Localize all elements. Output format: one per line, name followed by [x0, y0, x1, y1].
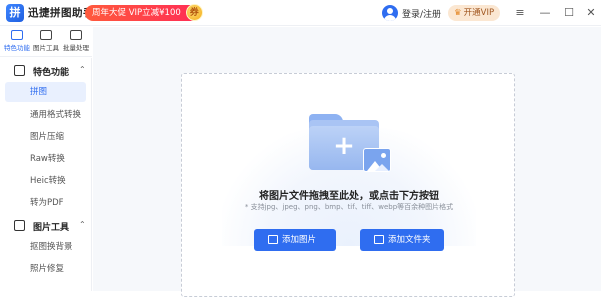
feature-icon [11, 30, 23, 40]
plus-icon: + [333, 131, 355, 161]
chevron-up-icon[interactable]: ⌃ [79, 220, 86, 229]
promo-text: 周年大促 VIP立减¥100 [92, 8, 181, 18]
tab-batch-label: 批量处理 [63, 44, 89, 52]
app-logo-icon: 拼 [6, 4, 24, 22]
chevron-up-icon[interactable]: ⌃ [79, 65, 86, 74]
sidebar-group-label: 特色功能 [33, 68, 70, 78]
image-tool-icon [14, 220, 25, 231]
sidebar-item-photo-repair[interactable]: 照片修复 [5, 259, 86, 279]
tab-batch[interactable]: 批量处理 [61, 29, 91, 55]
sidebar: 特色功能 ⌃ 拼图 通用格式转换 图片压缩 Raw转换 Heic转换 转为PDF… [0, 58, 92, 291]
drop-zone-title: 将图片文件拖拽至此处，或点击下方按钮 [259, 191, 439, 202]
sidebar-item-compress[interactable]: 图片压缩 [5, 127, 86, 147]
sidebar-item-cutout[interactable]: 抠图换背景 [5, 237, 86, 257]
tab-image-tools-label: 图片工具 [33, 44, 59, 52]
user-avatar-icon[interactable] [382, 5, 398, 21]
folder-icon [374, 235, 384, 244]
close-icon[interactable]: ✕ [582, 4, 600, 22]
sidebar-group-label: 图片工具 [33, 223, 70, 233]
grid-icon [14, 65, 25, 76]
menu-icon[interactable]: ≡ [511, 4, 529, 22]
add-folder-button[interactable]: 添加文件夹 [360, 229, 444, 251]
login-register-link[interactable]: 登录/注册 [402, 7, 441, 20]
open-vip-button[interactable]: ♛ 开通VIP [448, 5, 500, 21]
category-icon-bar: 特色功能 图片工具 批量处理 [0, 27, 92, 57]
sidebar-group-features[interactable]: 特色功能 ⌃ [0, 61, 92, 81]
sidebar-item-format-convert[interactable]: 通用格式转换 [5, 105, 86, 125]
image-icon [268, 235, 278, 244]
drop-zone-hint: * 支持jpg、jpeg、png、bmp、tif、tiff、webp等百余种图片… [244, 203, 454, 211]
tab-feature-label: 特色功能 [4, 44, 30, 52]
add-folder-label: 添加文件夹 [388, 235, 431, 245]
batch-icon [70, 30, 82, 40]
image-tools-icon [40, 30, 52, 40]
sidebar-item-heic-convert[interactable]: Heic转换 [5, 171, 86, 191]
folder-add-image-icon: + [309, 114, 391, 174]
open-vip-label: 开通VIP [463, 8, 495, 18]
main-area: + 将图片文件拖拽至此处，或点击下方按钮 * 支持jpg、jpeg、png、bm… [93, 27, 601, 297]
promo-banner[interactable]: 周年大促 VIP立减¥100 券 [85, 4, 203, 21]
sidebar-group-image-tools[interactable]: 图片工具 ⌃ [0, 216, 92, 236]
minimize-icon[interactable]: — [536, 4, 554, 22]
title-bar: 拼 迅捷拼图助手 周年大促 VIP立减¥100 券 登录/注册 ♛ 开通VIP ≡… [0, 0, 601, 26]
tab-image-tools[interactable]: 图片工具 [31, 29, 61, 55]
file-drop-zone[interactable]: + 将图片文件拖拽至此处，或点击下方按钮 * 支持jpg、jpeg、png、bm… [181, 73, 515, 297]
tab-feature[interactable]: 特色功能 [2, 29, 32, 55]
crown-icon: ♛ [454, 8, 462, 18]
maximize-icon[interactable]: ☐ [560, 4, 578, 22]
sidebar-item-collage[interactable]: 拼图 [5, 82, 86, 102]
coupon-icon: 券 [185, 4, 203, 21]
sidebar-item-raw-convert[interactable]: Raw转换 [5, 149, 86, 169]
add-images-label: 添加图片 [282, 235, 317, 245]
sidebar-item-to-pdf[interactable]: 转为PDF [5, 193, 86, 213]
picture-icon [363, 148, 391, 172]
add-images-button[interactable]: 添加图片 [254, 229, 336, 251]
